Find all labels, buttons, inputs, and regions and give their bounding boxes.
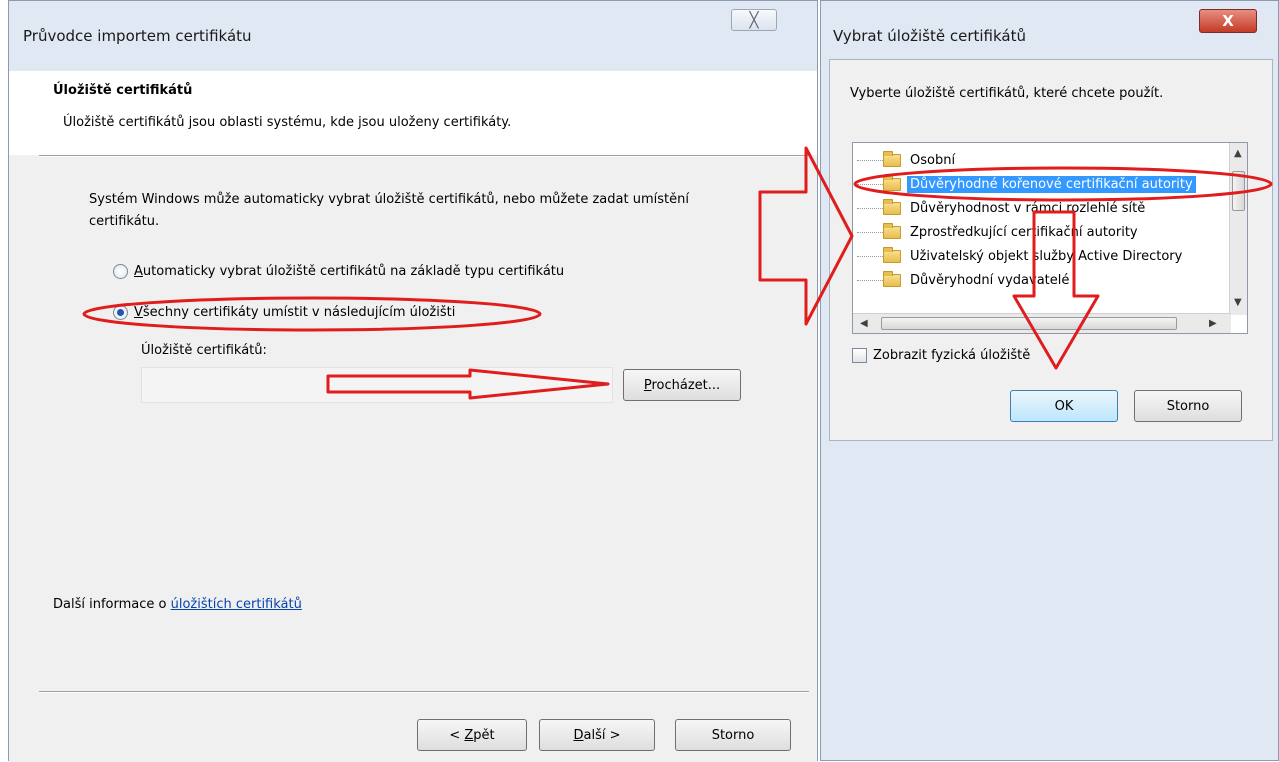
instruction-text: Systém Windows může automaticky vybrat ú… — [89, 192, 689, 229]
radio-auto-select-label: Automaticky vybrat úložiště certifikátů … — [134, 264, 565, 279]
radio-manual-store-label: Všechny certifikáty umístit v následujíc… — [134, 305, 456, 320]
tree-branch-line — [857, 231, 883, 233]
show-physical-stores-label: Zobrazit fyzická úložiště — [873, 348, 1031, 363]
section-description: Úložiště certifikátů jsou oblasti systém… — [63, 115, 512, 130]
tree-item[interactable]: Důvěryhodní vydavatelé — [853, 268, 1072, 292]
tree-item[interactable]: Důvěryhodnost v rámci rozlehlé sítě — [853, 196, 1148, 220]
tree-horizontal-scrollbar[interactable]: ◀ ▶ — [853, 313, 1231, 333]
ok-button[interactable]: OK — [1010, 390, 1118, 422]
wizard-content: Úložiště certifikátů Úložiště certifikát… — [9, 71, 817, 762]
info-row: Další informace o úložištích certifikátů — [53, 597, 302, 612]
store-label: Úložiště certifikátů: — [141, 343, 267, 358]
store-dialog-title: Vybrat úložiště certifikátů — [833, 27, 1026, 45]
store-tree[interactable]: Osobní Důvěryhodné kořenové certifikační… — [852, 142, 1248, 334]
folder-icon — [883, 246, 901, 263]
browse-button-label: Procházet... — [643, 377, 721, 393]
tree-item[interactable]: Uživatelský objekt služby Active Directo… — [853, 244, 1185, 268]
wizard-cancel-button[interactable]: Storno — [675, 719, 791, 751]
scroll-up-icon[interactable]: ▲ — [1234, 148, 1242, 159]
close-icon: ╳ — [749, 11, 759, 29]
folder-icon — [883, 222, 901, 239]
store-dialog-cancel-button[interactable]: Storno — [1134, 390, 1242, 422]
scroll-down-icon[interactable]: ▼ — [1234, 297, 1242, 308]
radio-auto-select[interactable]: Automaticky vybrat úložiště certifikátů … — [113, 264, 564, 279]
store-dialog-cancel-label: Storno — [1166, 398, 1210, 414]
tree-item-selected[interactable]: Důvěryhodné kořenové certifikační autori… — [853, 172, 1196, 196]
folder-icon — [883, 270, 901, 287]
tree-item-label: Osobní — [910, 152, 956, 168]
header-divider — [39, 155, 809, 157]
select-store-dialog: Vybrat úložiště certifikátů X Vyberte úl… — [820, 0, 1279, 761]
tree-branch-line — [857, 279, 883, 281]
import-wizard-window: Průvodce importem certifikátu ╳ Úložiště… — [8, 0, 818, 762]
tree-item-label: Uživatelský objekt služby Active Directo… — [910, 248, 1183, 264]
vertical-scroll-thumb[interactable] — [1232, 171, 1245, 211]
scroll-right-icon[interactable]: ▶ — [1209, 318, 1217, 329]
tree-item-label: Důvěryhodnost v rámci rozlehlé sítě — [910, 200, 1146, 216]
radio-manual-store-circle[interactable] — [113, 305, 128, 320]
close-icon: X — [1222, 12, 1234, 30]
ok-button-label: OK — [1054, 398, 1074, 414]
wizard-cancel-label: Storno — [711, 727, 755, 743]
show-physical-stores-checkbox[interactable] — [852, 348, 867, 363]
section-heading: Úložiště certifikátů — [53, 83, 193, 98]
tree-item[interactable]: Osobní — [853, 148, 958, 172]
next-button[interactable]: Další > — [539, 719, 655, 751]
tree-item-label: Důvěryhodní vydavatelé — [910, 272, 1070, 288]
tree-item-label: Zprostředkující certifikační autority — [910, 224, 1138, 240]
store-dialog-close-button[interactable]: X — [1199, 9, 1257, 33]
scroll-left-icon[interactable]: ◀ — [860, 318, 868, 329]
radio-manual-store[interactable]: Všechny certifikáty umístit v následujíc… — [113, 305, 455, 320]
radio-auto-select-circle[interactable] — [113, 264, 128, 279]
store-field — [141, 367, 613, 403]
tree-branch-line — [857, 183, 883, 185]
tree-branch-line — [857, 207, 883, 209]
wizard-title: Průvodce importem certifikátu — [23, 27, 252, 45]
next-button-label: Další > — [573, 727, 621, 743]
info-link[interactable]: úložištích certifikátů — [171, 597, 302, 612]
info-prefix: Další informace o — [53, 597, 171, 612]
tree-vertical-scrollbar[interactable]: ▲ ▼ — [1229, 143, 1247, 315]
tree-item[interactable]: Zprostředkující certifikační autority — [853, 220, 1141, 244]
horizontal-scroll-thumb[interactable] — [881, 317, 1177, 330]
tree-branch-line — [857, 159, 883, 161]
folder-icon — [883, 198, 901, 215]
tree-branch-line — [857, 255, 883, 257]
show-physical-stores-row[interactable]: Zobrazit fyzická úložiště — [852, 348, 1030, 363]
store-dialog-client: Vyberte úložiště certifikátů, které chce… — [829, 59, 1273, 441]
folder-icon — [883, 174, 901, 191]
wizard-header-area: Úložiště certifikátů Úložiště certifikát… — [9, 71, 817, 155]
browse-button[interactable]: Procházet... — [623, 369, 741, 401]
back-button[interactable]: < Zpět — [417, 719, 527, 751]
back-button-label: < Zpět — [449, 727, 495, 743]
tree-item-label: Důvěryhodné kořenové certifikační autori… — [907, 175, 1196, 193]
footer-divider — [39, 691, 809, 693]
folder-icon — [883, 150, 901, 167]
wizard-title-bar: Průvodce importem certifikátu ╳ — [9, 1, 817, 71]
wizard-close-button[interactable]: ╳ — [731, 9, 777, 31]
store-dialog-prompt: Vyberte úložiště certifikátů, které chce… — [850, 86, 1164, 101]
